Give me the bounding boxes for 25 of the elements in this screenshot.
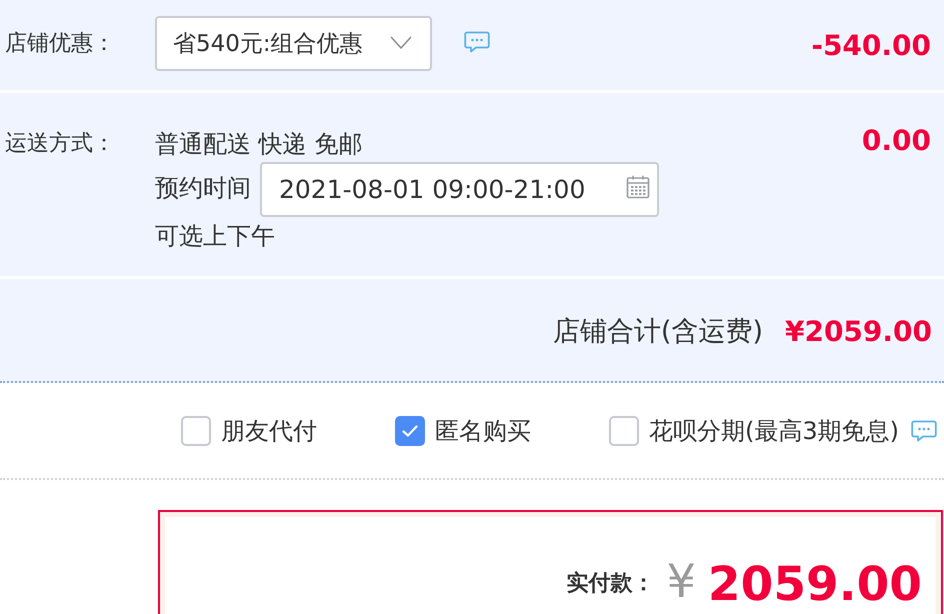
store-total-amount: ¥2059.00 [784, 314, 933, 348]
checkbox[interactable] [609, 416, 639, 446]
checkbox[interactable] [395, 416, 425, 446]
discount-label: 店铺优惠： [4, 30, 116, 58]
payment-amount: 2059.00 [708, 561, 922, 608]
shipping-method: 普通配送 快递 免邮 [155, 129, 364, 160]
option-label[interactable]: 花呗分期(最高3期免息) [649, 414, 899, 446]
appointment-label: 预约时间 [155, 172, 251, 204]
option-label[interactable]: 朋友代付 [221, 414, 317, 446]
shipping-label: 运送方式： [4, 130, 116, 158]
date-field[interactable]: 2021-08-01 09:00-21:00 [260, 162, 659, 217]
calendar-icon[interactable] [626, 174, 650, 198]
shipping-note: 可选上下午 [155, 221, 276, 252]
store-total-label: 店铺合计(含运费) [552, 315, 763, 349]
check-icon [402, 424, 418, 436]
payment-label: 实付款： [566, 570, 655, 598]
chevron-down-icon [390, 36, 412, 50]
discount-dropdown[interactable]: 省540元:组合优惠 [155, 16, 432, 70]
shipping-amount: 0.00 [862, 124, 932, 157]
chat-icon[interactable] [464, 31, 490, 53]
chat-icon[interactable] [911, 420, 937, 442]
option-label[interactable]: 匿名购买 [435, 414, 531, 446]
currency-symbol: ¥ [666, 558, 696, 604]
discount-amount: -540.00 [811, 28, 932, 62]
checkbox[interactable] [181, 416, 211, 446]
